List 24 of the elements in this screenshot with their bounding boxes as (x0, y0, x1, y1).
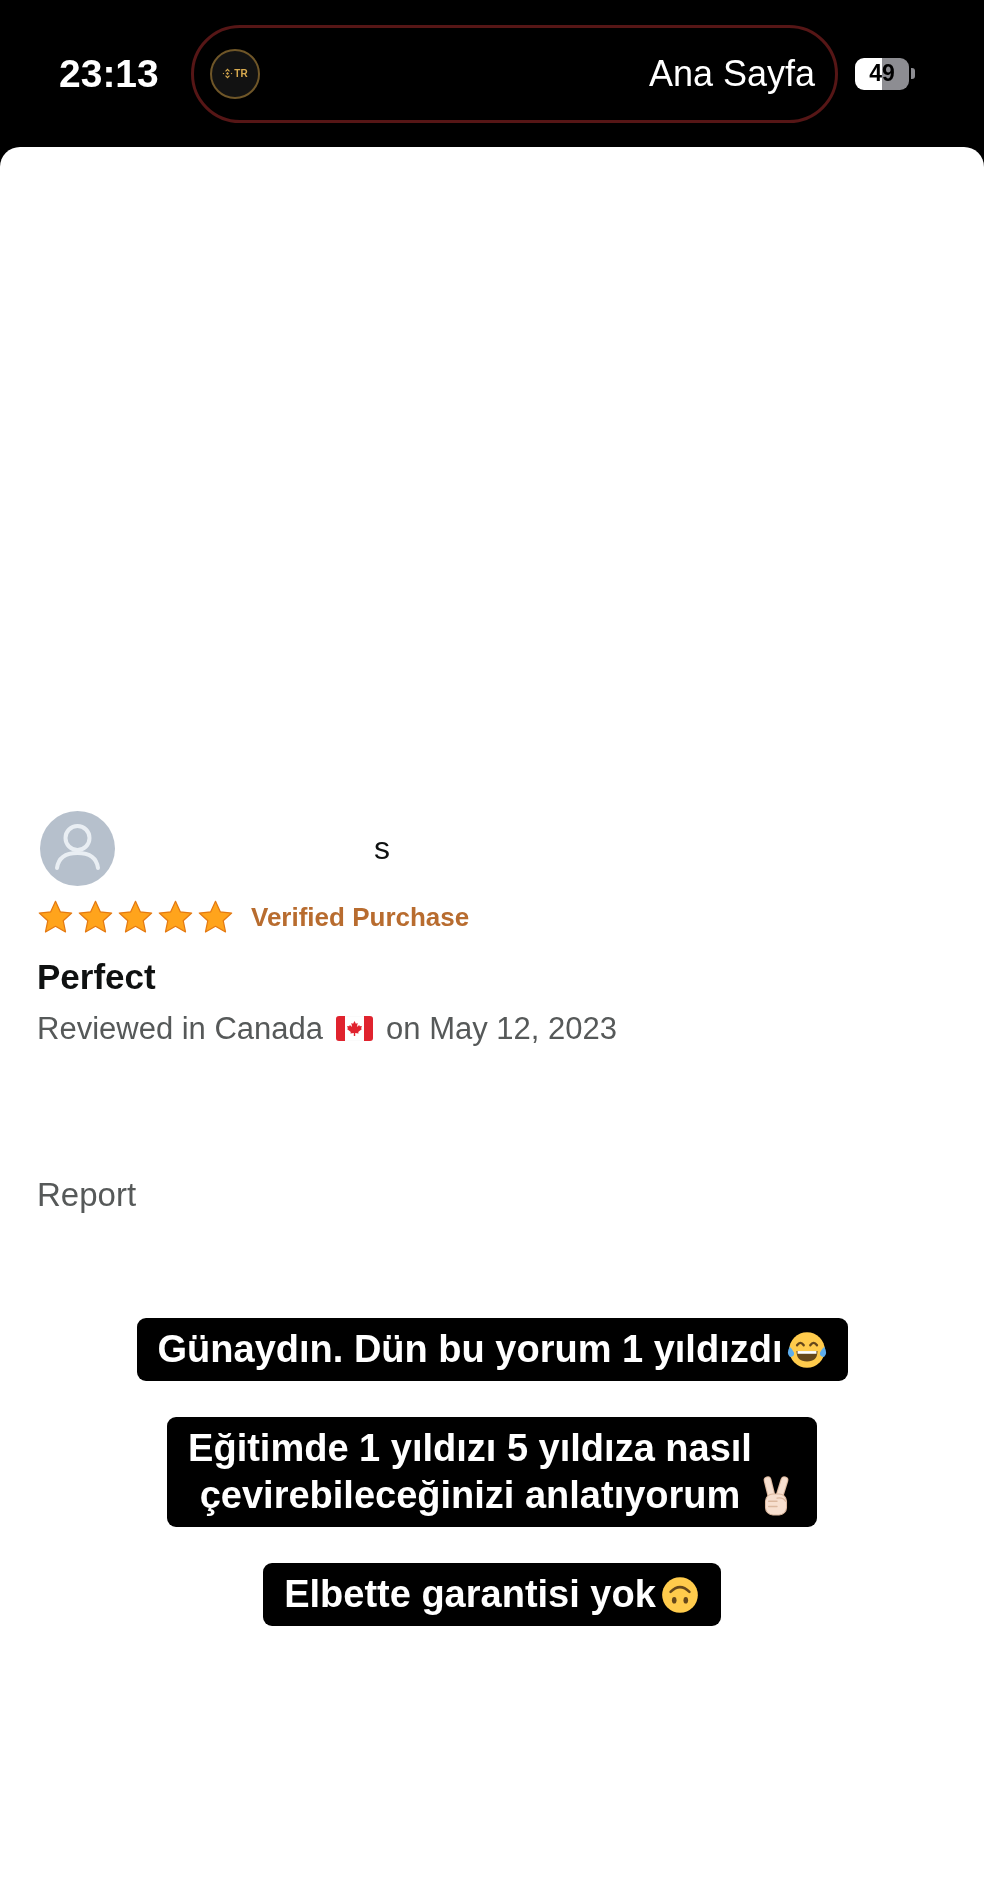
star-icon (77, 899, 114, 936)
pill-title: Ana Sayfa (648, 55, 815, 92)
review-title: Perfect (37, 956, 157, 998)
verified-purchase-label: Verified Purchase (251, 901, 470, 934)
report-link[interactable]: Report (37, 1175, 137, 1215)
battery-indicator: 49 (855, 57, 915, 90)
diamond-icon (222, 68, 234, 79)
star-icon (37, 899, 74, 936)
star-icon (117, 899, 154, 936)
star-icon (157, 899, 194, 936)
status-time: 23:13 (59, 54, 160, 93)
reviewer-name: s (374, 829, 390, 868)
caption-text: Günaydın. Dün bu yorum 1 yıldızdı (156, 1327, 784, 1372)
logo-text: TR (234, 68, 248, 79)
live-activity-pill[interactable]: TR Ana Sayfa (191, 24, 838, 123)
review-location: Reviewed in Canada (37, 1010, 324, 1047)
flag-icon (336, 1016, 374, 1041)
review-date: on May 12, 2023 (386, 1010, 618, 1047)
laughing-face-icon (785, 1329, 828, 1371)
avatar-icon (40, 811, 115, 886)
caption-text: Elbette garantisi yok (283, 1572, 657, 1617)
star-icon (197, 899, 234, 936)
upside-down-face-icon (659, 1574, 701, 1616)
caption-text: Eğitimde 1 yıldızı 5 yıldıza nasıl çevirebileceğinizi anlatıyorum (187, 1426, 753, 1518)
